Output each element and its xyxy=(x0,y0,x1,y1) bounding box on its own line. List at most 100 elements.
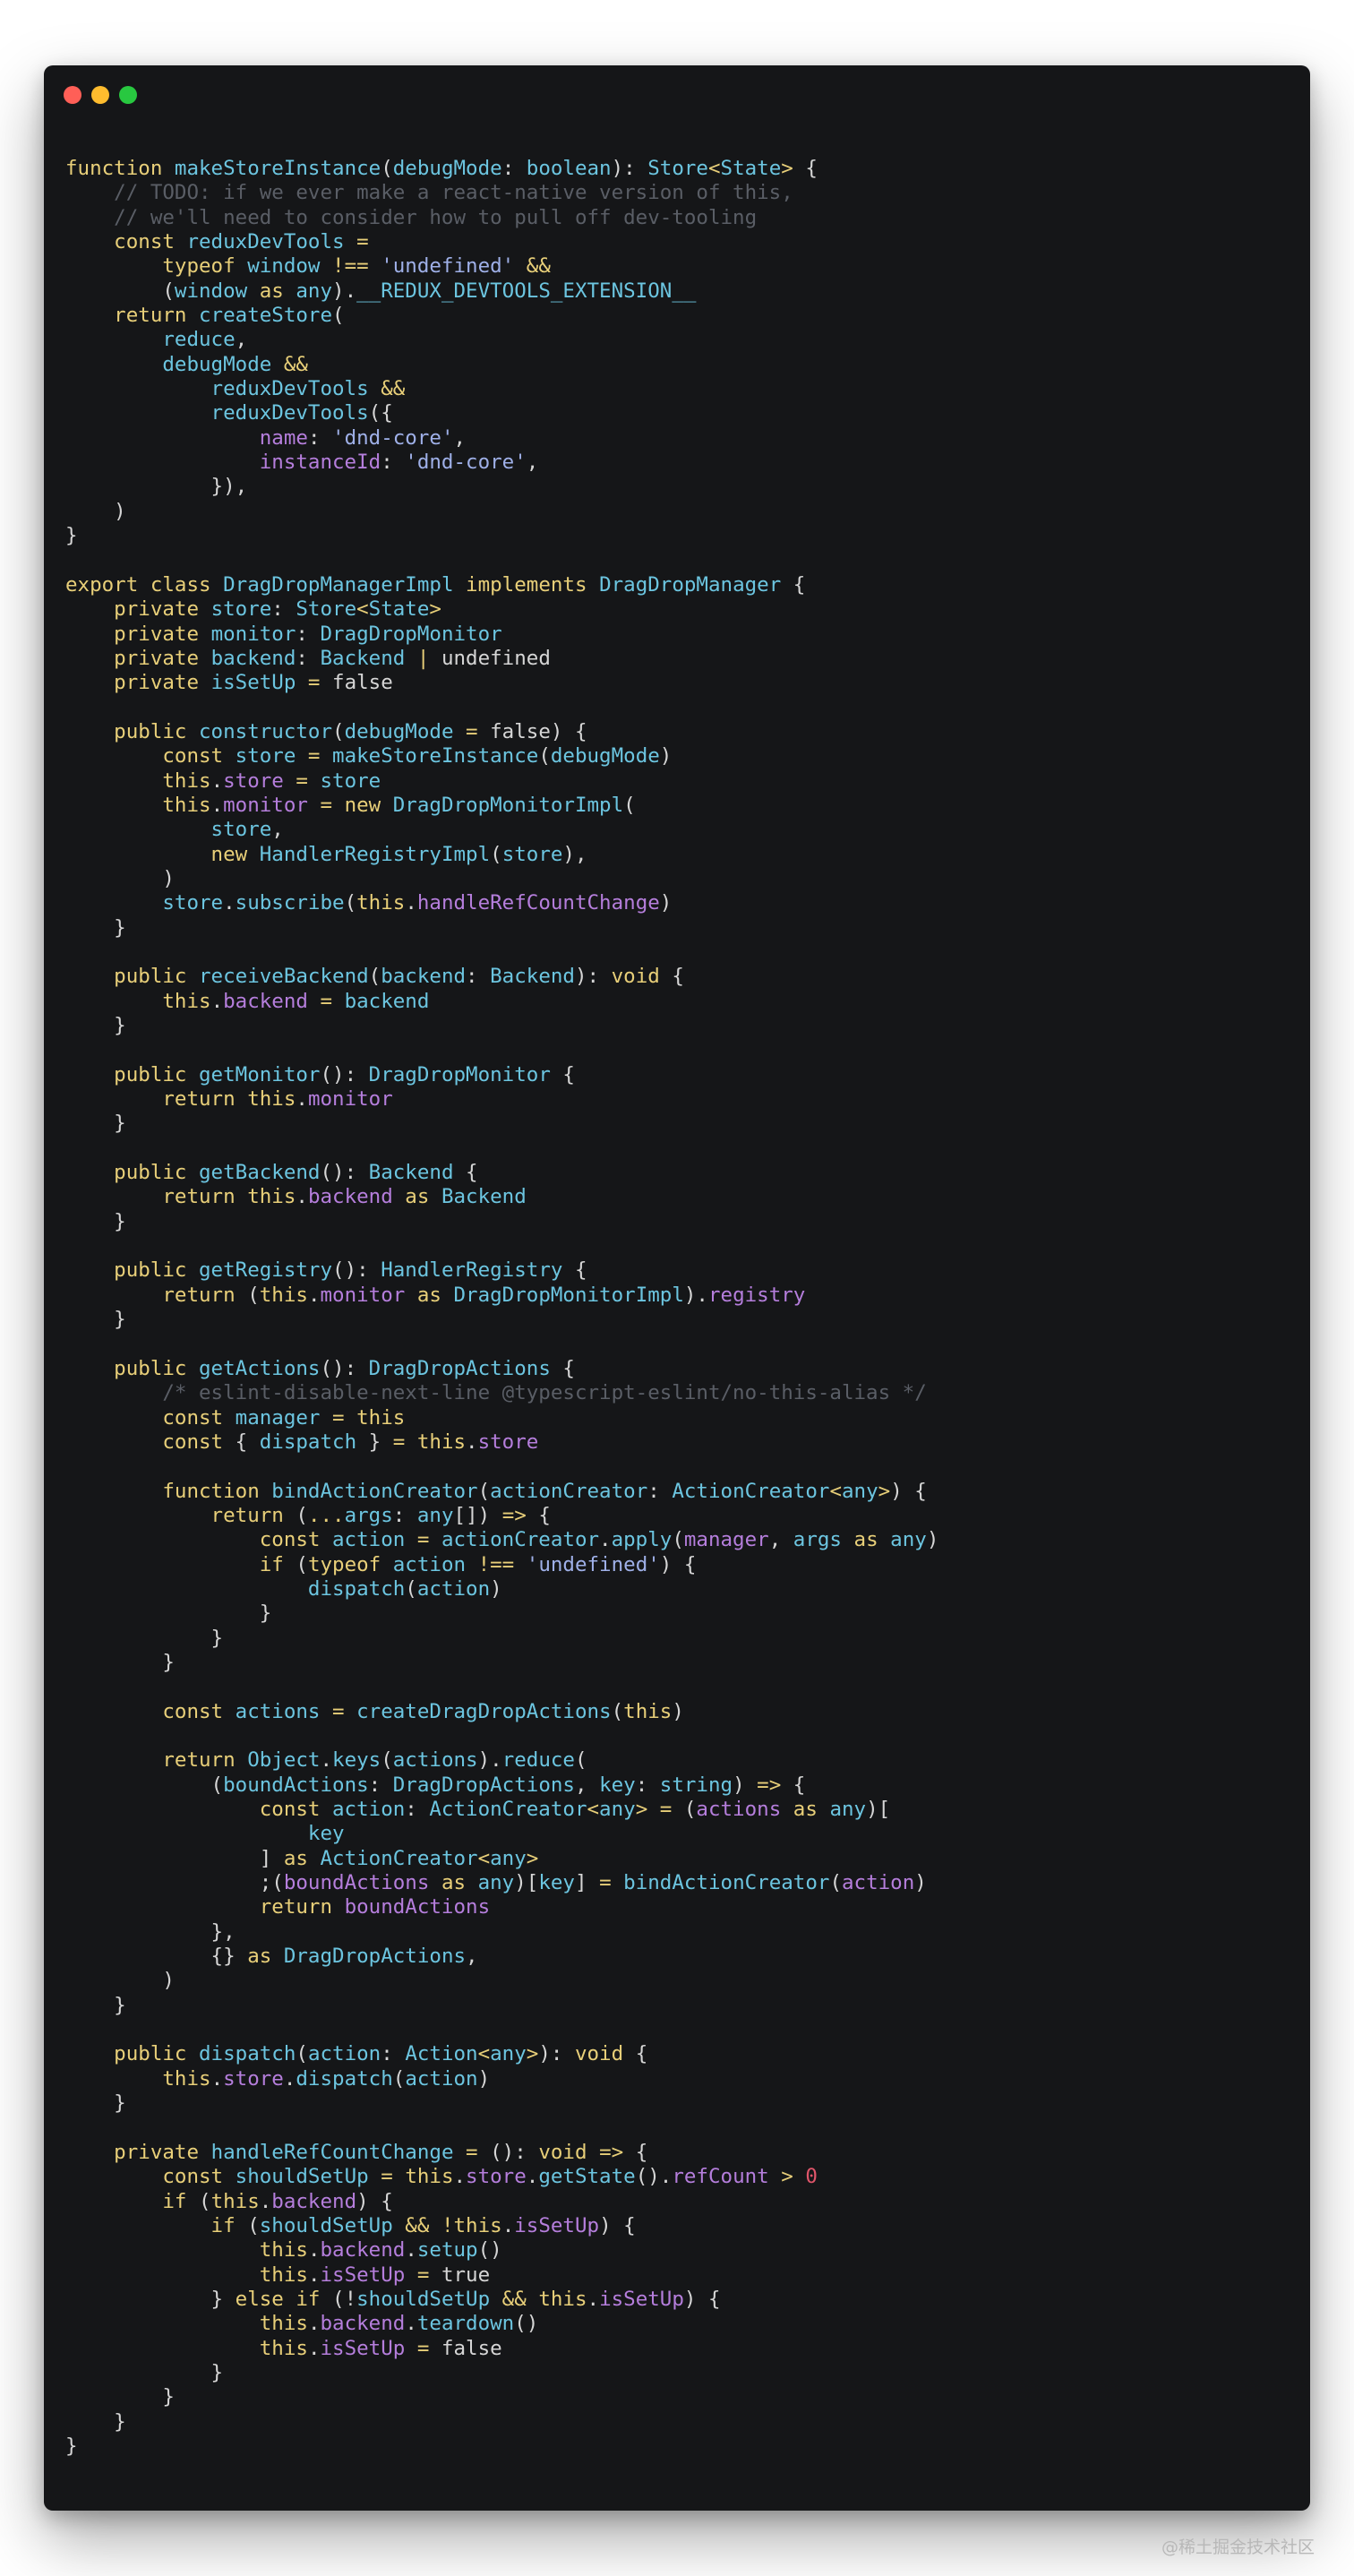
code-token: ( xyxy=(332,719,345,743)
code-token: (): xyxy=(490,2140,539,2164)
code-token: : xyxy=(296,622,321,646)
code-token: ) { xyxy=(683,2287,721,2311)
code-line: public receiveBackend(backend: Backend):… xyxy=(65,965,938,989)
code-line: } xyxy=(65,2091,938,2116)
code-token: DragDropMonitorImpl xyxy=(453,1283,684,1307)
code-token: } xyxy=(356,1430,393,1454)
code-token: this xyxy=(65,2238,308,2263)
code-token: const xyxy=(65,1405,236,1430)
code-token: false) { xyxy=(490,719,587,743)
maximize-dot-icon[interactable] xyxy=(119,86,137,104)
code-token: && ! xyxy=(392,2213,454,2237)
code-token: this xyxy=(405,2165,454,2189)
code-line: } xyxy=(65,1627,938,1651)
code-token: reduxDevTools xyxy=(186,230,345,254)
code-token: ) xyxy=(65,866,175,890)
code-token: shouldSetUp xyxy=(235,2165,369,2189)
code-token: string xyxy=(659,1773,733,1797)
code-token: boundActions xyxy=(223,1773,369,1797)
code-line: this.isSetUp = true xyxy=(65,2263,938,2288)
code-token: } xyxy=(65,1650,175,1674)
code-line: reduce, xyxy=(65,328,938,352)
code-token: : xyxy=(307,425,333,450)
code-line: } xyxy=(65,1601,938,1626)
code-token: ( xyxy=(368,965,381,989)
code-token: : xyxy=(296,646,321,670)
code-token: Backend xyxy=(320,646,406,670)
code-token: void xyxy=(611,965,660,989)
code-line: function makeStoreInstance(debugMode: bo… xyxy=(65,157,938,181)
code-line: store, xyxy=(65,818,938,842)
code-line: this.store = store xyxy=(65,769,938,794)
code-token: getRegistry xyxy=(199,1258,333,1283)
code-token: reduxDevTools xyxy=(65,377,369,401)
code-token: 'undefined' xyxy=(381,254,515,279)
code-token: monitor xyxy=(210,622,296,646)
code-token: ) { xyxy=(356,2189,393,2213)
code-token: createDragDropActions xyxy=(356,1699,612,1723)
code-line: this.store.dispatch(action) xyxy=(65,2067,938,2091)
code-token: setup xyxy=(416,2238,478,2263)
code-line: // TODO: if we ever make a react-native … xyxy=(65,181,938,205)
code-token: ( xyxy=(477,1479,491,1503)
code-token: this xyxy=(65,2336,308,2360)
code-token: . xyxy=(210,769,224,793)
code-token: => xyxy=(501,1503,527,1527)
code-token: ): xyxy=(574,965,612,989)
code-token: ) xyxy=(490,1576,502,1601)
code-token: false xyxy=(332,671,393,695)
code-token: ( xyxy=(672,1528,684,1552)
code-line: new HandlerRegistryImpl(store), xyxy=(65,843,938,867)
code-token: . xyxy=(307,2336,321,2360)
code-token: undefined xyxy=(441,646,551,670)
code-line: return (this.monitor as DragDropMonitorI… xyxy=(65,1284,938,1308)
code-token: ). xyxy=(683,1283,708,1307)
code-token: : xyxy=(466,965,491,989)
code-token: function xyxy=(65,1479,272,1503)
code-token: ) xyxy=(733,1773,758,1797)
code-token: store xyxy=(235,744,296,769)
code-token: ) xyxy=(477,2066,491,2091)
code-token: receiveBackend xyxy=(199,965,369,989)
code-line: return createStore( xyxy=(65,304,938,328)
code-token: ( xyxy=(392,2066,406,2091)
close-dot-icon[interactable] xyxy=(64,86,81,104)
code-token: > xyxy=(429,597,441,622)
code-token: !== xyxy=(466,1552,527,1576)
code-line: instanceId: 'dnd-core', xyxy=(65,451,938,475)
code-token: . xyxy=(587,2287,600,2311)
code-token: } xyxy=(65,2091,126,2116)
code-token: monitor xyxy=(307,1087,393,1112)
code-token: : xyxy=(647,1479,673,1503)
code-token: ) xyxy=(65,1969,175,1993)
code-token: else if xyxy=(235,2287,333,2311)
code-token: any xyxy=(890,1528,927,1552)
code-line: } xyxy=(65,1651,938,1675)
code-line: key xyxy=(65,1822,938,1846)
code-line: const reduxDevTools = xyxy=(65,230,938,254)
code-token: } xyxy=(65,2434,78,2458)
code-token: () xyxy=(477,2238,502,2263)
code-token: . xyxy=(307,2263,321,2287)
code-token: public xyxy=(65,1258,200,1283)
code-token: Store xyxy=(647,157,708,180)
code-token: Store xyxy=(296,597,357,622)
code-token: = xyxy=(283,769,321,793)
code-token: ( xyxy=(683,1798,697,1822)
code-token: && xyxy=(514,254,551,279)
code-token: as xyxy=(781,1798,830,1822)
minimize-dot-icon[interactable] xyxy=(91,86,109,104)
code-token: actions xyxy=(696,1798,782,1822)
code-token: State xyxy=(720,157,782,180)
code-token: : xyxy=(381,451,406,475)
code-token: new xyxy=(65,842,260,866)
code-token: : xyxy=(501,157,527,180)
code-token: }), xyxy=(65,475,248,499)
code-token: ... xyxy=(307,1503,345,1527)
code-line: } else if (!shouldSetUp && this.isSetUp)… xyxy=(65,2288,938,2312)
